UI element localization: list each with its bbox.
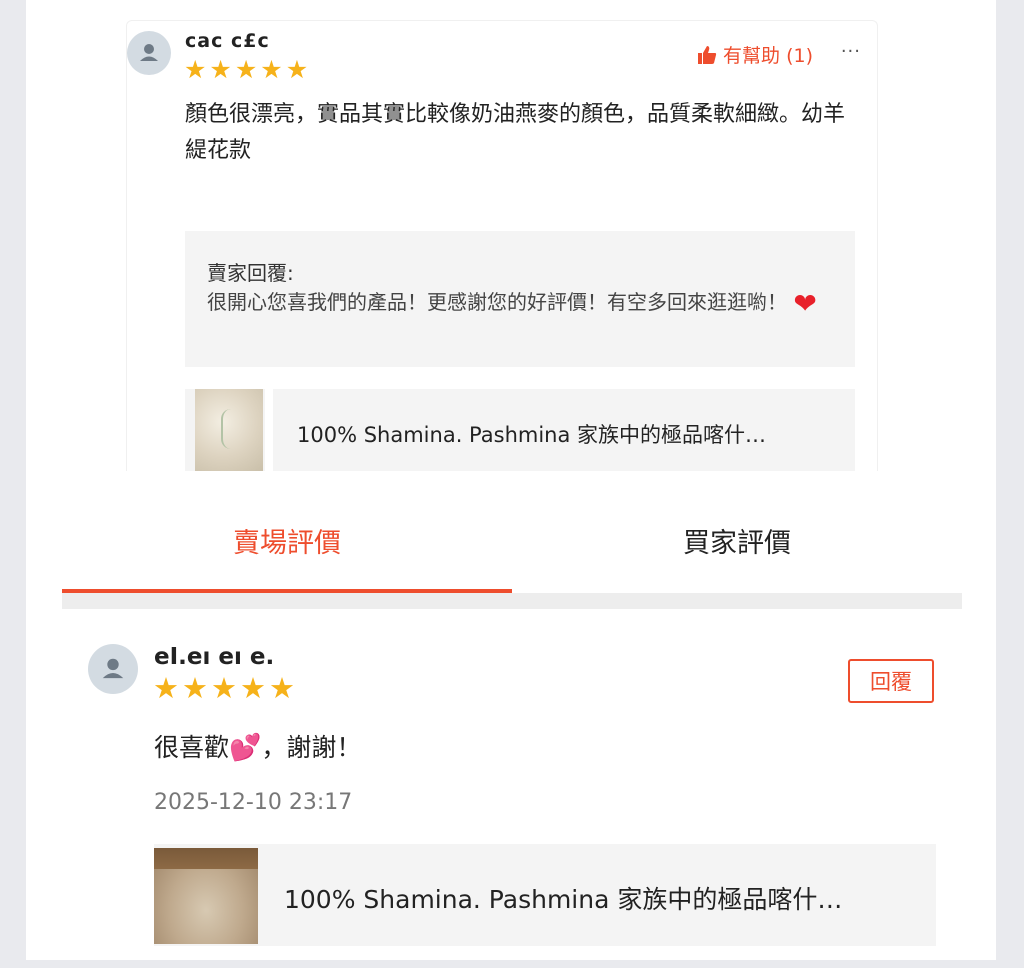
star-icon: ★ — [209, 55, 232, 84]
star-icon: ★ — [182, 671, 208, 705]
star-icon: ★ — [234, 55, 258, 84]
seller-reply-title: 賣家回覆: — [207, 261, 294, 285]
seller-reply: 賣家回覆: 很開心您喜我們的產品！更感謝您的好評價！有空多回來逛逛喲！ ❤ — [185, 231, 855, 367]
star-icon: ★ — [240, 671, 266, 705]
user-avatar — [127, 31, 171, 75]
star-icon: ★ — [269, 671, 295, 705]
thumbs-up-icon — [698, 45, 717, 64]
product-link[interactable]: 100% Shamina. Pashmina 家族中的極品喀什… — [154, 844, 936, 946]
user-avatar — [88, 644, 138, 694]
section-divider — [62, 593, 962, 609]
star-rating: ★ ★ ★ ★ ★ — [184, 57, 308, 82]
star-icon: ★ — [153, 671, 179, 705]
tab-buyer-reviews[interactable]: 買家評價 — [512, 490, 962, 590]
review-tabs: 賣場評價 買家評價 — [62, 490, 962, 593]
tab-store-reviews[interactable]: 賣場評價 — [62, 490, 512, 590]
two-hearts-icon: 💕 — [229, 733, 262, 763]
review-card: cac c£c ★ ★ ★ ★ ★ 有幫助 (1) ··· 顏色很漂亮，實品其實… — [126, 20, 878, 471]
person-icon — [102, 658, 124, 679]
star-icon: ★ — [285, 55, 309, 84]
review-text: 顏色很漂亮，實品其實比較像奶油燕麥的顏色，品質柔軟細緻。幼羊緹花款 — [185, 102, 846, 163]
star-icon: ★ — [184, 55, 207, 84]
review-text: 很喜歡💕，謝謝！ — [154, 733, 362, 763]
reviewer-name: eI.eı eı e. — [154, 644, 275, 670]
product-thumbnail — [154, 848, 258, 944]
star-icon: ★ — [260, 55, 283, 84]
more-options-icon[interactable]: ··· — [841, 41, 861, 62]
review-page: cac c£c ★ ★ ★ ★ ★ 有幫助 (1) ··· 顏色很漂亮，實品其實… — [26, 0, 996, 960]
product-title: 100% Shamina. Pashmina 家族中的極品喀什… — [284, 885, 843, 914]
product-thumbnail — [195, 389, 263, 471]
review-timestamp: 2025-12-10 23:17 — [154, 790, 353, 815]
heart-icon: ❤ — [793, 287, 817, 320]
product-link[interactable]: 100% Shamina. Pashmina 家族中的極品喀什… — [185, 389, 855, 471]
helpful-button[interactable]: 有幫助 (1) — [697, 41, 813, 68]
helpful-label: 有幫助 (1) — [723, 45, 813, 67]
product-title: 100% Shamina. Pashmina 家族中的極品喀什… — [297, 423, 767, 447]
seller-reply-text: 很開心您喜我們的產品！更感謝您的好評價！有空多回來逛逛喲！ ❤ — [207, 287, 817, 320]
person-icon — [140, 44, 158, 61]
reply-button[interactable]: 回覆 — [848, 659, 934, 703]
star-icon: ★ — [211, 671, 237, 705]
reviewer-name: cac c£c — [185, 30, 270, 52]
star-rating: ★ ★ ★ ★ ★ — [153, 674, 295, 703]
